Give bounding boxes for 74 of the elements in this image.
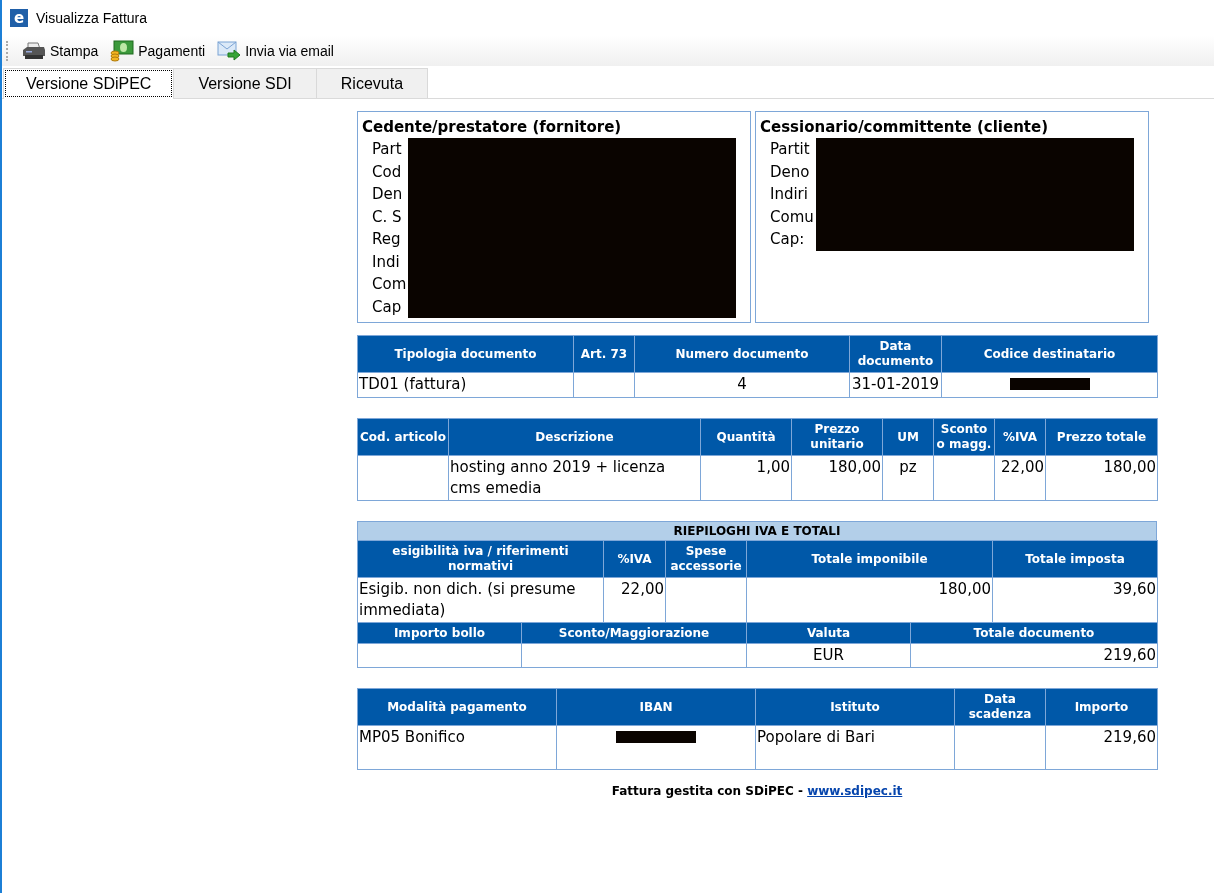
email-send-icon: [217, 40, 242, 62]
table-cell: pz: [899, 458, 917, 476]
app-logo-icon: e: [10, 9, 28, 27]
table-cell: 180,00: [828, 458, 881, 476]
table-cell: 180,00: [1103, 458, 1156, 476]
table-cell: 219,60: [1103, 728, 1156, 746]
money-icon: [110, 40, 135, 62]
column-header: IBAN: [639, 699, 673, 714]
footer-text: Fattura gestita con SDiPEC - www.sdipec.it: [611, 784, 903, 798]
field-label: Cod: [372, 161, 403, 183]
tab[interactable]: Versione SDI: [173, 68, 317, 98]
column-header: Cod. articolo: [360, 429, 446, 444]
column-header: Modalità pagamento: [387, 699, 527, 714]
column-header: Istituto: [830, 699, 880, 714]
field-label: Den: [372, 184, 404, 205]
column-header: Data scadenza: [968, 692, 1032, 721]
field-label: Indi: [372, 251, 401, 273]
table-cell: hosting anno 2019 + licenza cms emedia: [450, 458, 666, 497]
column-header: Data documento: [857, 339, 934, 368]
column-header: Importo bollo: [393, 625, 486, 640]
section-title: RIEPILOGHI IVA E TOTALI: [673, 523, 841, 538]
field-label: Indiri: [770, 184, 809, 205]
field-label: Reg: [372, 229, 402, 250]
field-label: Cap:: [770, 229, 806, 250]
website-link[interactable]: www.sdipec.it: [807, 784, 903, 798]
table-cell: 180,00: [938, 580, 991, 598]
column-header: Numero documento: [675, 346, 809, 361]
tab[interactable]: Ricevuta: [315, 68, 429, 98]
column-header: Valuta: [806, 625, 851, 640]
column-header: Totale imposta: [1025, 551, 1125, 566]
table-cell: 22,00: [621, 580, 664, 598]
card-title: Cedente/prestatore (fornitore): [362, 118, 623, 136]
table-cell: 31-01-2019: [851, 375, 940, 393]
column-header: Tipologia documento: [394, 346, 537, 361]
card-title: Cessionario/committente (cliente): [760, 118, 1050, 136]
table-cell: 39,60: [1113, 580, 1156, 598]
toolbar-button[interactable]: Invia via email: [213, 38, 338, 64]
table-cell: 1,00: [756, 458, 790, 476]
column-header: Totale imponibile: [811, 551, 928, 566]
field-label: Cap: [372, 296, 403, 318]
table-cell: 4: [737, 375, 747, 393]
column-header: Codice destinatario: [983, 346, 1116, 361]
table-cell: MP05 Bonifico: [359, 728, 465, 746]
table-cell: Esigib. non dich. (si presume immediata): [359, 580, 576, 619]
column-header: Prezzo unitario: [810, 422, 864, 451]
column-header: esigibilità iva / riferimenti normativi: [392, 544, 569, 573]
field-label: Deno: [770, 161, 811, 183]
column-header: Descrizione: [535, 429, 614, 444]
table-cell: Popolare di Bari: [757, 728, 875, 746]
column-header: Spese accessorie: [670, 544, 742, 573]
column-header: UM: [897, 429, 919, 444]
field-label: Comu: [770, 206, 814, 228]
column-header: Quantità: [716, 429, 776, 444]
table-cell: 219,60: [1103, 646, 1156, 664]
table-cell: EUR: [813, 646, 844, 664]
column-header: Importo: [1074, 699, 1129, 714]
table-cell: 22,00: [1001, 458, 1044, 476]
column-header: Prezzo totale: [1056, 429, 1147, 444]
field-label: Partit: [770, 139, 811, 160]
field-label: Part: [372, 139, 403, 160]
printer-icon: [22, 41, 46, 61]
window-title: Visualizza Fattura: [36, 10, 147, 26]
toolbar-button[interactable]: Pagamenti: [106, 38, 210, 64]
column-header: Art. 73: [580, 346, 628, 361]
tab[interactable]: Versione SDiPEC: [3, 68, 175, 99]
column-header: %IVA: [617, 551, 652, 566]
column-header: Sconto/Maggiorazione: [558, 625, 710, 640]
table-cell: TD01 (fattura): [359, 375, 467, 393]
field-label: Com: [372, 274, 407, 295]
column-header: Sconto o magg.: [936, 422, 992, 451]
column-header: Totale documento: [973, 625, 1095, 640]
toolbar-button[interactable]: Stampa: [18, 39, 103, 63]
field-label: C. S: [372, 206, 403, 228]
column-header: %IVA: [1002, 429, 1038, 444]
